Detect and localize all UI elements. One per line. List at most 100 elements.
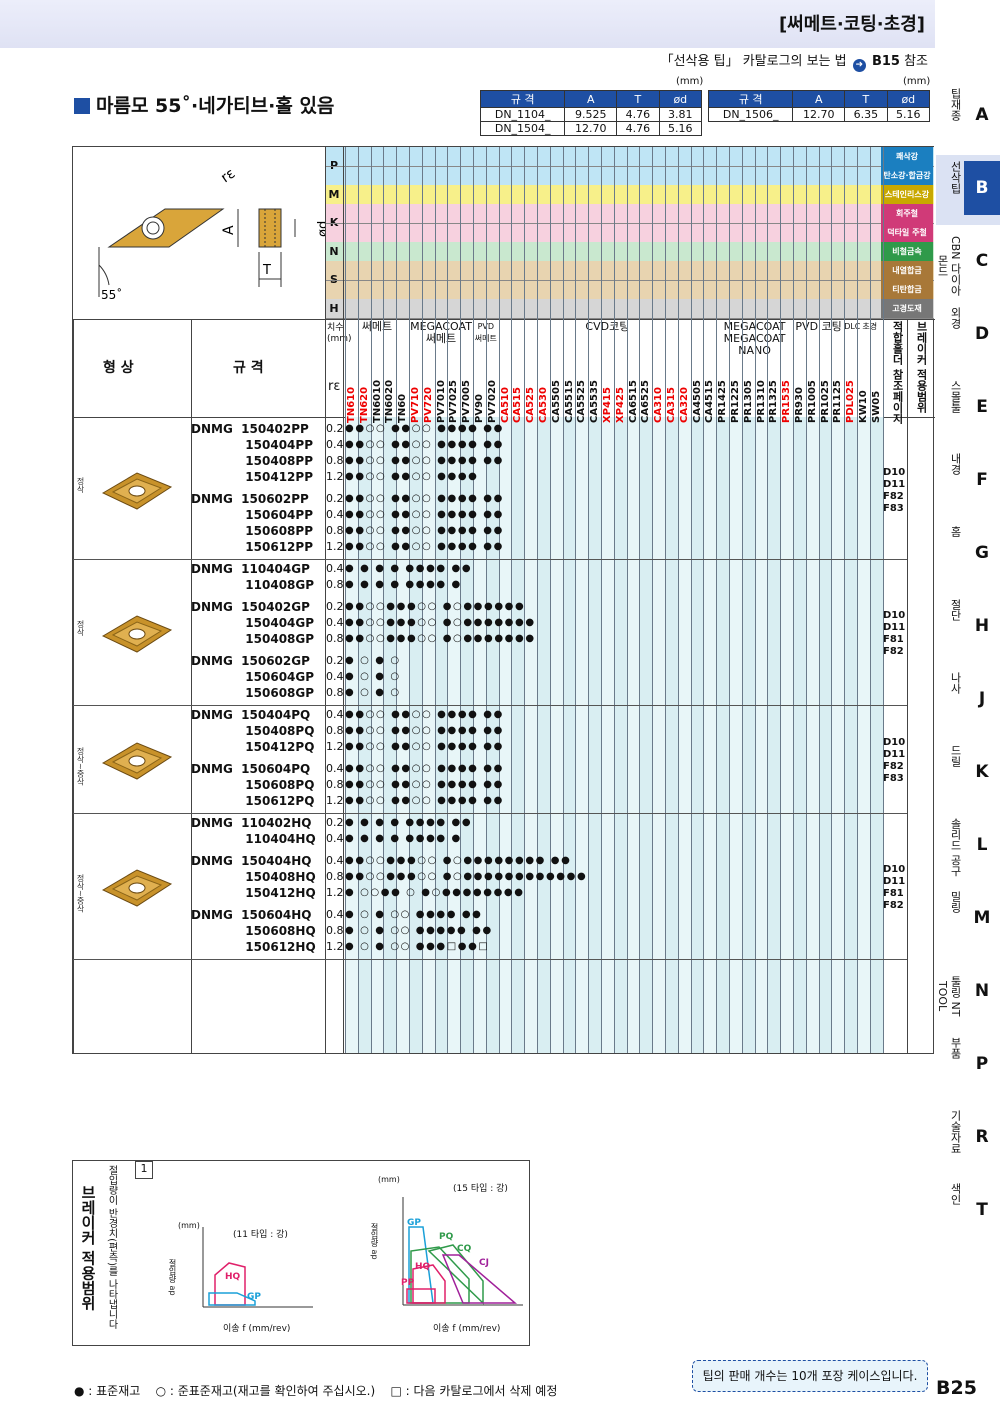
holder-page-ref[interactable]: D10 — [883, 610, 905, 622]
spec-header-row: 규 격 A Tød — [479, 90, 703, 108]
holder-page-ref[interactable]: D10 — [883, 864, 905, 876]
holder-page-ref[interactable]: F81 — [883, 634, 905, 646]
insert-code[interactable]: 110408GP — [191, 577, 314, 593]
tab-r[interactable]: 기술자료 R — [936, 1104, 1000, 1174]
holder-page-ref[interactable]: D11 — [883, 479, 905, 491]
material-band-h — [325, 299, 934, 318]
insert-code[interactable]: 150404GP — [191, 615, 314, 631]
tab-l[interactable]: 솔리드 공구 L — [936, 812, 1000, 882]
holder-page-ref[interactable]: F83 — [883, 503, 905, 515]
insert-code[interactable]: DNMG 150404HQ — [191, 853, 312, 869]
tab-h[interactable]: 절단 H — [936, 593, 1000, 663]
holder-page-ref[interactable]: F81 — [883, 888, 905, 900]
stock-symbols: ●●○○ ●●○○ ●●●● ●● — [345, 509, 504, 520]
insert-code[interactable]: 150412PP — [191, 469, 313, 485]
insert-code[interactable]: DNMG 150402PP — [191, 421, 309, 437]
tab-label: 기술자료 — [949, 1110, 962, 1154]
insert-code[interactable]: 150408PP — [191, 453, 313, 469]
grade-name: CA6525 — [640, 380, 652, 423]
grade-group-label: 써메트 — [361, 320, 393, 333]
tab-letter: R — [975, 1127, 989, 1147]
grade-column-band — [793, 417, 806, 1053]
insert-code[interactable]: 150412PQ — [191, 739, 314, 755]
tab-f[interactable]: 내경 F — [936, 447, 1000, 517]
grade-name: CA6515 — [627, 380, 639, 423]
insert-code[interactable]: 150608GP — [191, 685, 314, 701]
reference-text: 「선삭용 팁」 카탈로그의 보는 법 — [660, 54, 847, 69]
insert-code[interactable]: 110404HQ — [191, 831, 315, 847]
tab-g[interactable]: 홈G — [936, 520, 1000, 590]
tab-letter: F — [976, 470, 988, 490]
reference-page[interactable]: B15 — [872, 54, 900, 69]
unit-label: (mm) — [676, 76, 704, 87]
material-code: M — [328, 188, 340, 201]
stock-symbols: ●●○○ ●●○○ ●●●● — [345, 471, 479, 482]
tab-m[interactable]: 밀링 M — [936, 885, 1000, 955]
tab-d[interactable]: 외경 D — [936, 301, 1000, 371]
insert-code[interactable]: DNMG 150402GP — [191, 599, 310, 615]
insert-code[interactable]: 150612PQ — [191, 793, 314, 809]
re-label: rε — [218, 166, 238, 187]
tab-e[interactable]: 스몰툴 E — [936, 374, 1000, 444]
insert-code[interactable]: 150604GP — [191, 669, 314, 685]
insert-code[interactable]: 150412HQ — [191, 885, 315, 901]
holder-page-ref[interactable]: F82 — [883, 491, 905, 503]
tab-b[interactable]: 선삭팁 B — [936, 155, 1000, 225]
grade-name: TN6010 — [371, 379, 383, 423]
stock-symbols: ● ○ ● ○ — [345, 687, 401, 698]
row-divider — [325, 280, 934, 281]
tab-t[interactable]: 색인 T — [936, 1177, 1000, 1247]
insert-code[interactable]: 150608PQ — [191, 777, 314, 793]
insert-code[interactable]: 150608PP — [191, 523, 313, 539]
tab-label: 드릴 — [949, 745, 962, 767]
section-tabs: 팁재종 A 선삭팁 B CBN 다이아몬드 C 외경 D 스몰툴 E 내경 F 홈 G 절단 H 나사 J 드릴 K 솔… — [936, 82, 1000, 1262]
tab-letter: A — [975, 105, 989, 125]
insert-code[interactable]: DNMG 110404GP — [191, 561, 310, 577]
holder-page-ref[interactable]: F82 — [883, 900, 905, 912]
insert-code[interactable]: 150404PP — [191, 437, 313, 453]
insert-code[interactable]: 150604PP — [191, 507, 313, 523]
insert-code[interactable]: 150408HQ — [191, 869, 315, 885]
holder-page-ref[interactable]: D11 — [883, 749, 905, 761]
grade-divider — [793, 147, 794, 1053]
spec-row: DN_1104_ 9.525 4.76 3.81 — [479, 107, 703, 122]
tab-label: 홈 — [949, 526, 962, 537]
insert-code[interactable]: 150408PQ — [191, 723, 314, 739]
holder-page-ref[interactable]: D11 — [883, 876, 905, 888]
tab-n[interactable]: 툴링 NT TOOL N — [936, 958, 1000, 1028]
tab-j[interactable]: 나사 J — [936, 666, 1000, 736]
tab-k[interactable]: 드릴 K — [936, 739, 1000, 809]
insert-code[interactable]: DNMG 150604HQ — [191, 907, 312, 923]
holder-page-ref[interactable]: F83 — [883, 773, 905, 785]
insert-image — [101, 472, 173, 510]
insert-code[interactable]: 150612HQ — [191, 939, 315, 955]
insert-code[interactable]: DNMG 150602PP — [191, 491, 309, 507]
tab-a[interactable]: 팁재종 A — [936, 82, 1000, 152]
group-divider-line — [73, 705, 907, 706]
holder-page-ref[interactable]: D10 — [883, 737, 905, 749]
chart-15-caption: (15 타입 : 강) — [453, 1184, 508, 1194]
insert-code[interactable]: DNMG 150602GP — [191, 653, 310, 669]
grade-name: PR1225 — [730, 380, 741, 423]
tab-c[interactable]: CBN 다이아몬드 C — [936, 228, 1000, 298]
nose-radius: 0.4 — [326, 908, 344, 921]
insert-code[interactable]: 150608HQ — [191, 923, 315, 939]
holder-page-ref[interactable]: D11 — [883, 622, 905, 634]
group-divider-line — [73, 813, 907, 814]
insert-code[interactable]: 150612PP — [191, 539, 313, 555]
insert-code[interactable]: DNMG 110402HQ — [191, 815, 312, 831]
grade-divider — [537, 147, 538, 1053]
stock-symbols: ● ● ● ● ●●●● ● — [345, 579, 462, 590]
insert-code[interactable]: 150408GP — [191, 631, 314, 647]
holder-page-ref[interactable]: F82 — [883, 646, 905, 658]
grade-column-band — [601, 417, 614, 1053]
holder-page-ref[interactable]: F82 — [883, 761, 905, 773]
insert-code[interactable]: DNMG 150404PQ — [191, 707, 310, 723]
grade-name: SW05 — [870, 390, 882, 423]
spec-cell: 3.81 — [658, 107, 703, 122]
tab-p[interactable]: 부품 P — [936, 1031, 1000, 1101]
insert-code[interactable]: DNMG 150604PQ — [191, 761, 310, 777]
holder-page-ref[interactable]: D10 — [883, 467, 905, 479]
grade-name: CA5505 — [550, 380, 562, 423]
nose-radius: 1.2 — [326, 794, 344, 807]
